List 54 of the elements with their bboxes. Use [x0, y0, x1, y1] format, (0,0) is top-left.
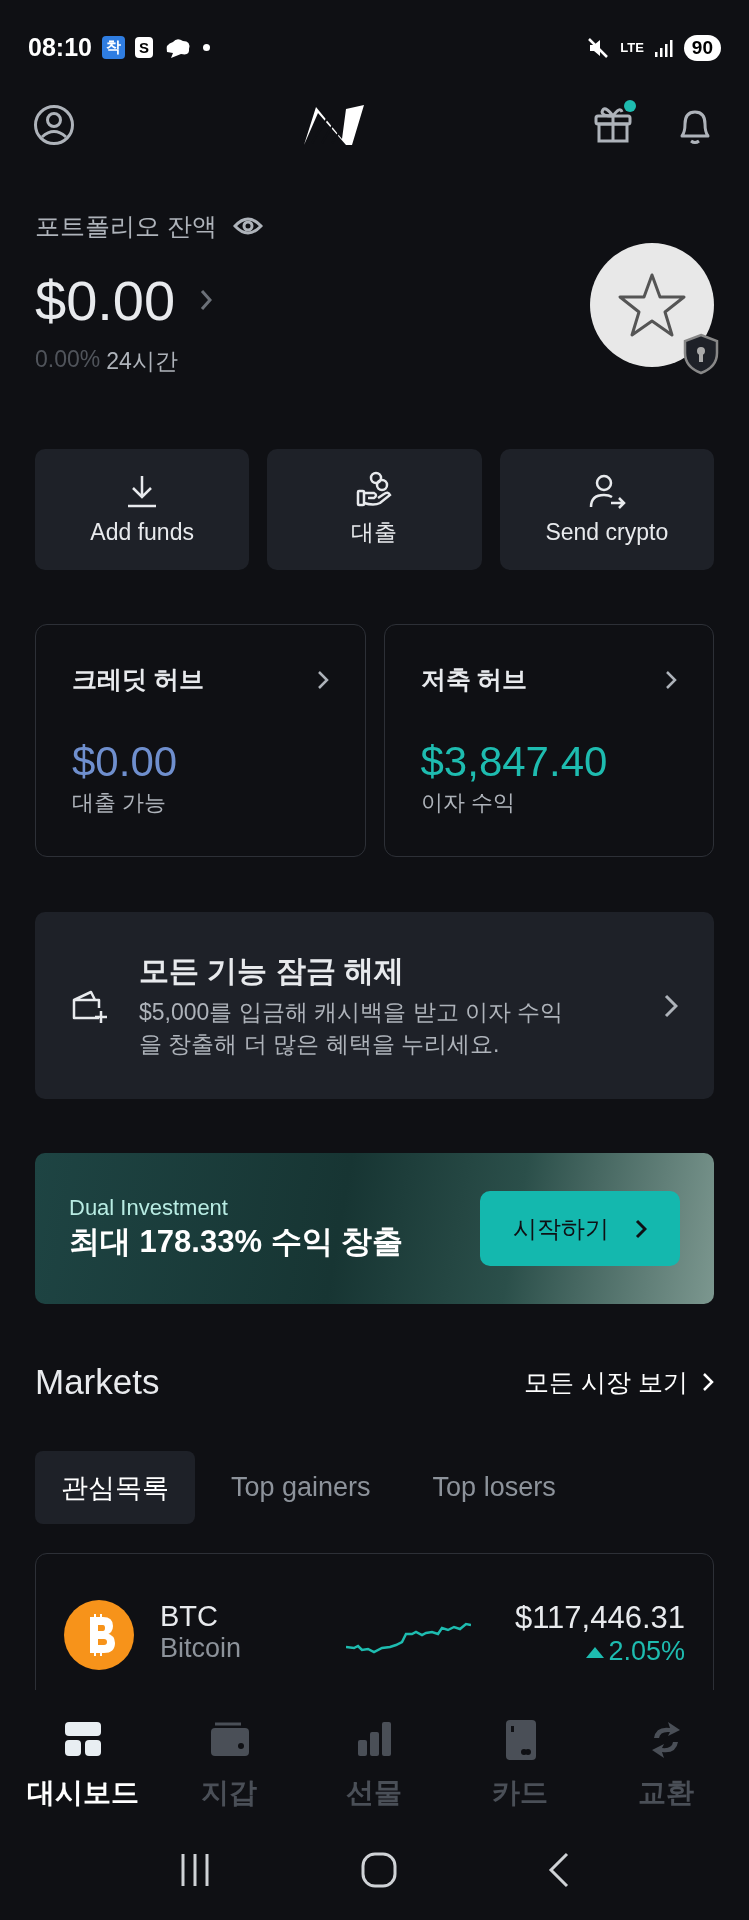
chevron-right-icon[interactable]	[199, 289, 214, 311]
chevron-right-icon	[635, 1218, 647, 1239]
price-change: 2.05%	[608, 1636, 685, 1667]
hub-caption: 대출 가능	[72, 789, 168, 817]
hub-title: 저축 허브	[420, 664, 528, 695]
shield-lock-icon	[682, 333, 720, 375]
market-row[interactable]: BTC Bitcoin $117,446.31 2.05%	[35, 1553, 714, 1690]
clock-time: 08:10	[28, 33, 92, 62]
promo-label: Dual Investment	[69, 1194, 229, 1221]
period-label: 24시간	[106, 347, 178, 376]
market-tab[interactable]: Top losers	[406, 1451, 582, 1524]
hub-caption: 이자 수익	[420, 789, 516, 817]
signal-icon	[653, 37, 674, 58]
market-tab[interactable]: 관심목록	[35, 1451, 195, 1524]
eye-icon[interactable]	[232, 215, 263, 237]
hub-amount: $3,847.40	[420, 738, 609, 786]
view-all-markets-link[interactable]: 모든 시장 보기	[524, 1365, 714, 1399]
unlock-description: $5,000를 입금해 캐시백을 받고 이자 수익을 창출해 더 많은 혜택을 누리세요.	[139, 997, 564, 1059]
nav-tab[interactable]: 대시보드	[17, 1690, 148, 1820]
action-button[interactable]: Send crypto	[499, 449, 714, 570]
back-icon[interactable]	[546, 1852, 571, 1888]
star-icon	[617, 272, 687, 338]
unlock-title: 모든 기능 잠금 해제	[139, 952, 405, 989]
unlock-card[interactable]: 모든 기능 잠금 해제 $5,000를 입금해 캐시백을 받고 이자 수익을 창출해 더 많은 혜택을 누리세요.	[35, 912, 714, 1099]
coin-name: Bitcoin	[160, 1633, 243, 1664]
market-tab[interactable]: Top gainers	[205, 1451, 397, 1524]
hub-amount: $0.00	[72, 738, 179, 786]
hub-card[interactable]: 크레딧 허브 $0.00 대출 가능	[35, 624, 366, 857]
network-label: LTE	[620, 40, 644, 55]
coin-price: $117,446.31	[514, 1600, 685, 1636]
coin-icon	[64, 1600, 134, 1670]
action-button[interactable]: 대출	[267, 449, 482, 570]
chevron-right-icon	[664, 993, 678, 1018]
hub-card[interactable]: 저축 허브 $3,847.40 이자 수익	[383, 624, 714, 857]
chevron-right-icon	[702, 1372, 714, 1392]
notification-dot-icon	[202, 44, 210, 51]
action-button[interactable]: Add funds	[35, 449, 250, 570]
start-button[interactable]: 시작하기	[480, 1191, 680, 1266]
home-icon[interactable]	[360, 1852, 397, 1888]
promo-headline: 최대 178.33% 수익 창출	[69, 1222, 405, 1261]
notification-icon: 착	[101, 36, 125, 59]
logo-icon	[301, 103, 366, 147]
section-title: Markets	[35, 1362, 160, 1402]
battery-level: 90	[683, 34, 721, 61]
promo-banner[interactable]: Dual Investment 최대 178.33% 수익 창출 시작하기	[35, 1153, 714, 1304]
balance-amount: $0.00	[35, 267, 176, 333]
notification-icon: S	[134, 37, 153, 58]
chevron-right-icon	[665, 669, 677, 690]
balance-label: 포트폴리오 잔액	[35, 210, 217, 242]
chevron-right-icon	[316, 669, 329, 690]
change-percent: 0.00%	[35, 346, 101, 374]
profile-icon[interactable]	[33, 104, 75, 146]
coin-symbol: BTC	[160, 1600, 219, 1633]
hub-title: 크레딧 허브	[72, 664, 204, 695]
